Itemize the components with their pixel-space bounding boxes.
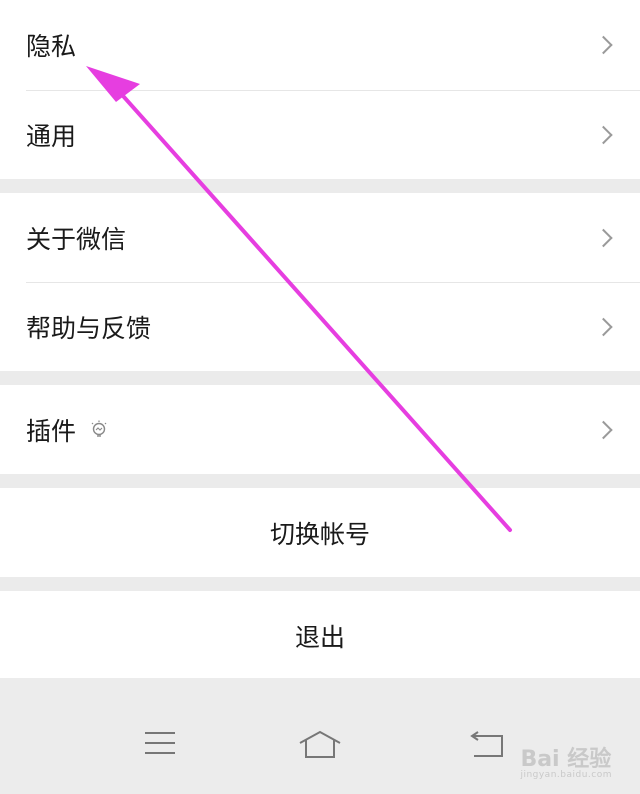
menu-item-general[interactable]: 通用 (0, 90, 640, 179)
menu-icon[interactable] (144, 730, 176, 756)
lightbulb-icon (91, 420, 107, 437)
switch-account-label: 切换帐号 (269, 519, 370, 549)
section-divider (0, 179, 640, 193)
settings-list: 隐私 通用 关于微信 帮助与反馈 插件 切换帐号 退出 (0, 0, 640, 680)
menu-item-label: 通用 (26, 121, 77, 151)
chevron-right-icon (594, 228, 613, 247)
menu-group-1: 隐私 通用 (0, 0, 640, 179)
logout-button[interactable]: 退出 (0, 591, 640, 680)
logout-label: 退出 (294, 622, 345, 652)
menu-item-label: 插件 (26, 416, 77, 446)
home-icon[interactable] (298, 730, 342, 760)
menu-item-about[interactable]: 关于微信 (0, 193, 640, 282)
chevron-right-icon (594, 420, 613, 439)
menu-group-2: 关于微信 帮助与反馈 (0, 193, 640, 371)
chevron-right-icon (594, 35, 613, 55)
section-divider (0, 371, 640, 385)
menu-item-label: 隐私 (26, 32, 77, 61)
menu-item-plugins[interactable]: 插件 (0, 385, 640, 474)
section-divider (0, 474, 640, 488)
chevron-right-icon (594, 125, 613, 144)
watermark: Bai 经验 jingyan.baidu.com (520, 747, 612, 780)
menu-item-label: 帮助与反馈 (26, 313, 152, 343)
back-icon[interactable] (468, 730, 504, 758)
menu-item-label: 关于微信 (26, 224, 127, 254)
switch-account-button[interactable]: 切换帐号 (0, 488, 640, 577)
menu-item-help-feedback[interactable]: 帮助与反馈 (0, 282, 640, 371)
menu-group-3: 插件 (0, 385, 640, 474)
section-divider (0, 577, 640, 591)
system-nav-bar: Bai 经验 jingyan.baidu.com (0, 678, 640, 794)
menu-item-privacy[interactable]: 隐私 (0, 0, 640, 90)
chevron-right-icon (594, 317, 613, 336)
